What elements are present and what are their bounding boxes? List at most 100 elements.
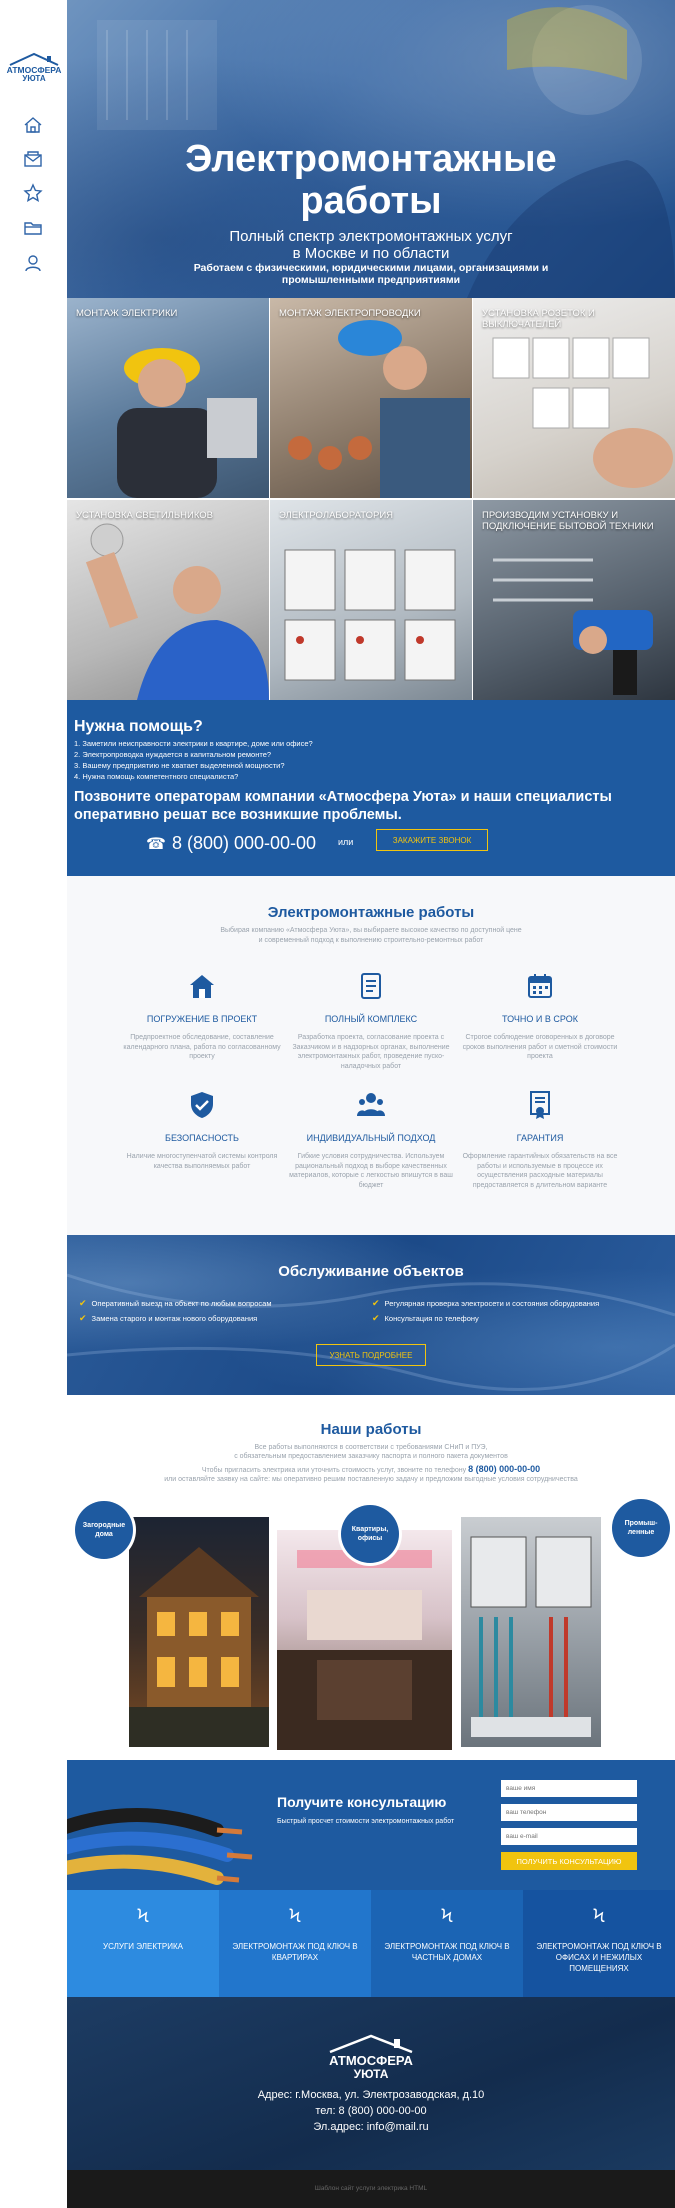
service-link[interactable]: ϟ Электромонтаж под ключ в квартирах [219,1890,371,1997]
feature-title: Индивидуальный подход [306,1133,436,1143]
feature-title: Полный комплекс [324,1014,418,1024]
email-input[interactable] [501,1828,637,1845]
category-badge[interactable]: Загородные дома [75,1501,133,1559]
check-icon: ✔ [372,1298,380,1308]
copyright: Шаблон сайт услуги электрика HTML [67,2170,675,2208]
mail-icon[interactable] [23,149,43,169]
check-icon: ✔ [79,1298,87,1308]
works-section: Наши работы Все работы выполняются в соо… [67,1395,675,1760]
maintenance-item: ✔ Регулярная проверка электросети и состо… [372,1298,600,1308]
callback-button[interactable]: Закажите звонок [376,829,488,851]
footer-email[interactable]: Эл.адрес: info@mail.ru [67,2121,675,2133]
footer-address: Адрес: г.Москва, ул. Электрозаводская, д… [257,2089,485,2101]
hero-title: Электромонтажные работы [185,138,557,222]
home-icon[interactable] [23,115,43,135]
feature-text: Разработка проекта, согласование проекта… [292,1034,450,1070]
help-item: 4. Нужна помощь компетентного специалист… [74,772,239,781]
help-section: Нужна помощь? 1. Заметили неисправности … [67,700,675,876]
feature-text: Предпроектное обследование, составление … [123,1034,281,1060]
service-tile[interactable]: Монтаж электрики [67,298,269,498]
maintenance-title: Обслуживание объектов [278,1263,464,1280]
lightning-icon: ϟ [137,1906,149,1926]
works-title: Наши работы [320,1421,422,1438]
service-label: Электролаборатория [279,510,394,521]
feature-title: Безопасность [165,1133,239,1143]
help-list: 1. Заметили неисправности электрики в кв… [74,738,313,782]
help-item: 3. Вашему предприятию не хватает выделен… [74,761,285,770]
footer-logo[interactable]: АТМОСФЕРА УЮТА [324,2034,418,2082]
people-icon [356,1090,386,1120]
check-icon: ✔ [79,1313,87,1323]
calendar-icon [525,971,555,1001]
maintenance-item: ✔ Замена старого и монтаж нового оборудов… [79,1313,258,1323]
category-badge[interactable]: Промыш-ленные [612,1499,670,1557]
footer-phone[interactable]: тел: 8 (800) 000-00-00 [67,2105,675,2117]
hero-tagline: Работаем с физическими, юридическими лиц… [193,262,549,286]
feature-item: Безопасность Наличие многоступенчатой си… [117,1090,287,1171]
feature-title: Точно и в срок [502,1014,578,1024]
work-photo-apartment[interactable] [277,1530,452,1750]
feature-title: Погружение в проект [146,1014,258,1024]
work-photo-industrial[interactable] [461,1517,601,1747]
consultation-subtitle: Быстрый просчет стоимости электромонтажн… [277,1818,455,1825]
feature-item: Точно и в срок Строгое соблюдение оговор… [455,971,625,1062]
service-label: Монтаж электрики [76,308,178,319]
consultation-title: Получите консультацию [277,1794,447,1810]
hero-subtitle: Полный спектр электромонтажных услуг в Мо… [229,228,513,262]
service-label: Производим установку и подключение бытов… [482,510,654,532]
feature-title: Гарантия [516,1133,564,1143]
service-link[interactable]: ϟ Услуги электрика [67,1890,219,1997]
feature-text: Строгое соблюдение оговоренных в договор… [462,1034,618,1060]
sidebar: АТМОСФЕРА УЮТА [0,0,67,2208]
service-label: Установка розеток и выключателей [482,308,595,330]
lightning-icon: ϟ [441,1906,453,1926]
feature-item: Полный комплекс Разработка проекта, согл… [286,971,456,1071]
services-grid: Монтаж электрики Монтаж электропроводки … [67,298,675,700]
service-tile[interactable]: Монтаж электропроводки [270,298,472,498]
feature-item: Гарантия Оформление гарантийных обязател… [455,1090,625,1190]
works-text: Чтобы пригласить электрика или уточнить … [164,1464,578,1484]
help-call-text: Позвоните операторам компании «Атмосфера… [74,789,612,823]
service-link[interactable]: ϟ Электромонтаж под ключ в офисах и нежил… [523,1890,675,1997]
check-icon: ✔ [372,1313,380,1323]
features-section: Электромонтажные работы Выбирая компанию… [67,876,675,1235]
service-link[interactable]: ϟ Электромонтаж под ключ в частных домах [371,1890,523,1997]
service-tile[interactable]: Электролаборатория [270,500,472,700]
feature-text: Наличие многоступенчатой системы контрол… [126,1153,278,1170]
maintenance-item: ✔ Консультация по телефону [372,1313,479,1323]
phone-icon: ☎ [146,836,166,853]
cables-illustration [67,1808,253,1885]
help-item: 2. Электропроводка нуждается в капитальн… [74,750,272,759]
lightning-icon: ϟ [289,1906,301,1926]
category-badge[interactable]: Квартиры, офисы [341,1505,399,1563]
logo-line2: УЮТА [22,74,45,83]
footer-logo-line1: АТМОСФЕРА [329,2053,413,2068]
folder-icon[interactable] [23,218,43,238]
service-tile[interactable]: Установка светильников [67,500,269,700]
maintenance-item: ✔ Оперативный выезд на объект по любым во… [79,1298,272,1308]
consultation-section: Получите консультацию Быстрый просчет ст… [67,1760,675,1890]
name-input[interactable] [501,1780,637,1797]
logo[interactable]: АТМОСФЕРА УЮТА [6,52,62,84]
get-consultation-button[interactable]: Получить консультацию [501,1852,637,1870]
service-tile[interactable]: Установка розеток и выключателей [473,298,675,498]
work-photo-house[interactable] [129,1517,269,1747]
features-title: Электромонтажные работы [267,904,475,921]
hero-banner: Электромонтажные работы Полный спектр эле… [67,0,675,298]
service-label: Монтаж электропроводки [279,308,421,319]
service-tile[interactable]: Производим установку и подключение бытов… [473,500,675,700]
feature-item: Индивидуальный подход Гибкие условия сот… [286,1090,456,1190]
lightning-icon: ϟ [593,1906,605,1926]
star-icon[interactable] [23,183,43,203]
house-icon [187,971,217,1001]
help-or: или [338,837,354,847]
works-phone[interactable]: 8 (800) 000-00-00 [468,1464,540,1474]
learn-more-button[interactable]: Узнать подробнее [316,1344,426,1366]
footer: АТМОСФЕРА УЮТА Адрес: г.Москва, ул. Элек… [67,1997,675,2170]
footer-logo-line2: УЮТА [354,2067,389,2081]
phone-input[interactable] [501,1804,637,1821]
help-item: 1. Заметили неисправности электрики в кв… [74,739,313,748]
features-intro: Выбирая компанию «Атмосфера Уюта», вы вы… [220,927,522,944]
user-icon[interactable] [23,253,43,273]
help-phone[interactable]: ☎ 8 (800) 000-00-00 [146,833,316,854]
